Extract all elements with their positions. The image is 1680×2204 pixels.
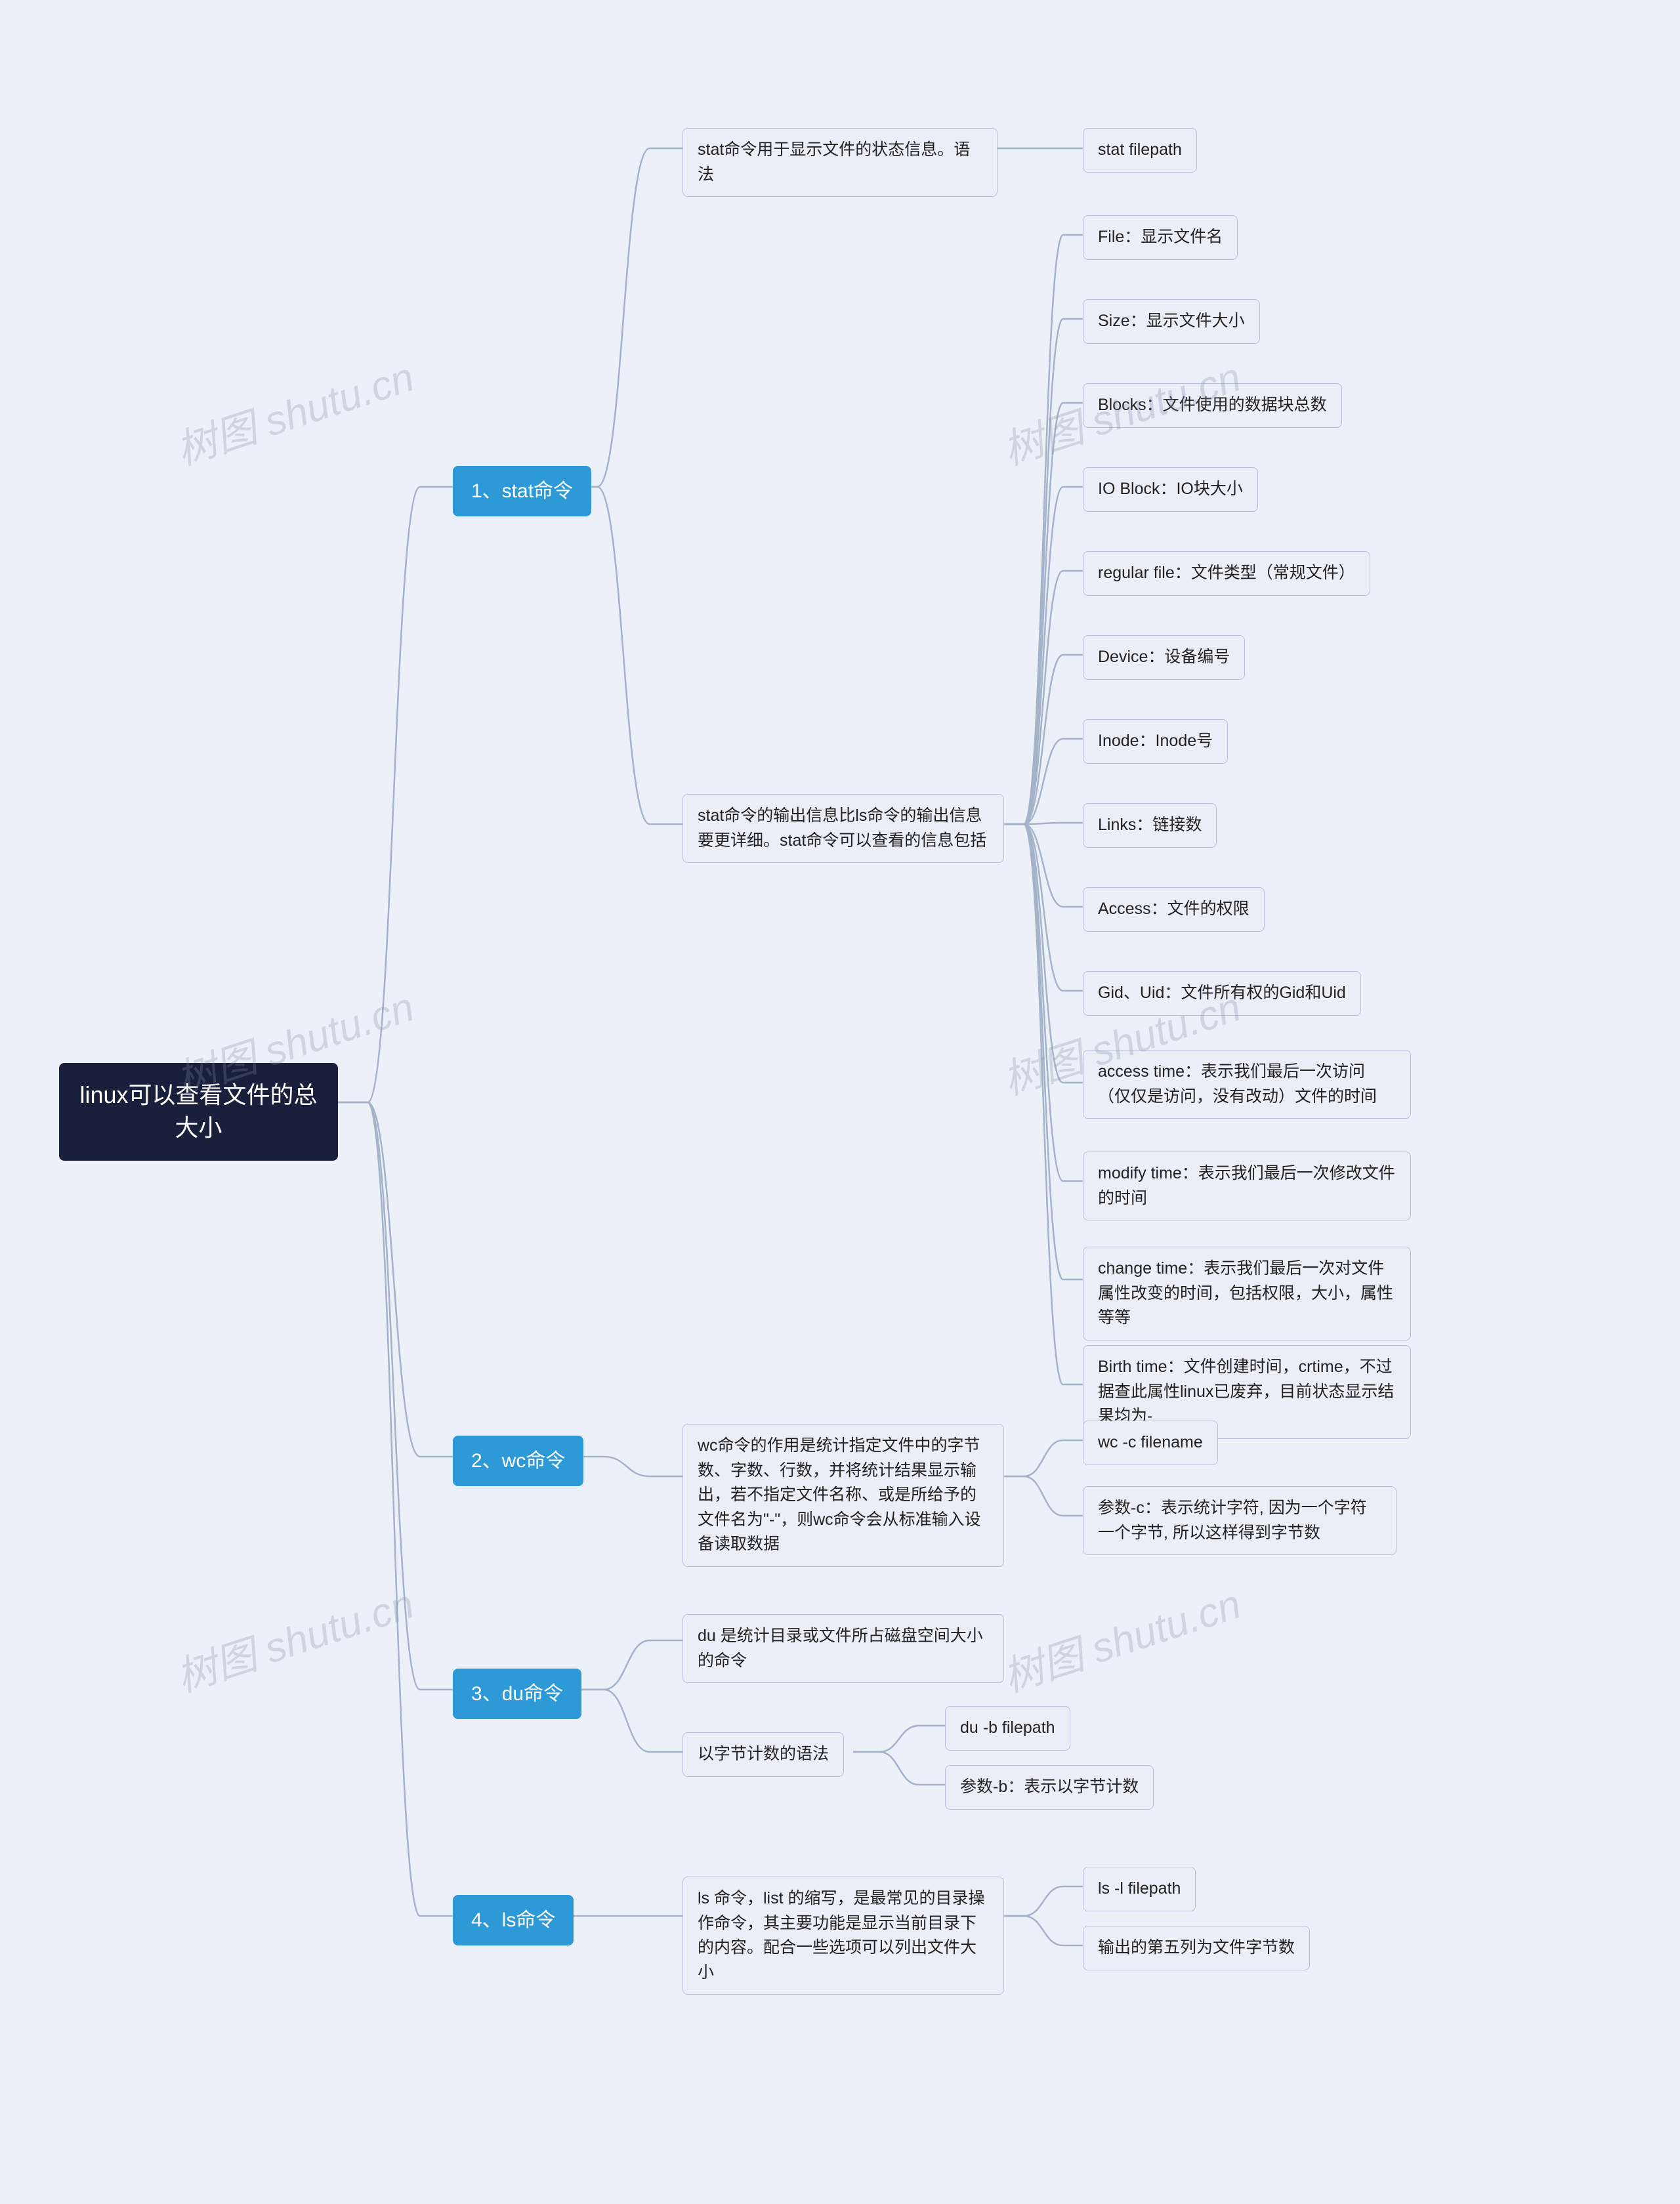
stat-field-device[interactable]: Device：设备编号 bbox=[1083, 635, 1245, 680]
watermark: 树图 shutu.cn bbox=[167, 1571, 420, 1703]
ls-note[interactable]: 输出的第五列为文件字节数 bbox=[1083, 1926, 1310, 1970]
stat-field-blocks[interactable]: Blocks：文件使用的数据块总数 bbox=[1083, 383, 1342, 428]
stat-field-ctime[interactable]: change time：表示我们最后一次对文件属性改变的时间，包括权限，大小，属… bbox=[1083, 1247, 1411, 1341]
stat-detail-desc[interactable]: stat命令的输出信息比ls命令的输出信息要更详细。stat命令可以查看的信息包… bbox=[682, 794, 1004, 863]
stat-field-regular[interactable]: regular file：文件类型（常规文件） bbox=[1083, 551, 1370, 596]
watermark: 树图 shutu.cn bbox=[167, 344, 420, 476]
ls-cmd[interactable]: ls -l filepath bbox=[1083, 1867, 1196, 1911]
du-cmd[interactable]: du -b filepath bbox=[945, 1706, 1070, 1751]
stat-field-mtime[interactable]: modify time：表示我们最后一次修改文件的时间 bbox=[1083, 1152, 1411, 1220]
stat-field-inode[interactable]: Inode：Inode号 bbox=[1083, 719, 1228, 764]
stat-syntax-desc[interactable]: stat命令用于显示文件的状态信息。语法 bbox=[682, 128, 998, 197]
du-syntax-label[interactable]: 以字节计数的语法 bbox=[682, 1732, 844, 1777]
stat-field-file[interactable]: File：显示文件名 bbox=[1083, 215, 1238, 260]
ls-desc[interactable]: ls 命令，list 的缩写，是最常见的目录操作命令，其主要功能是显示当前目录下… bbox=[682, 1877, 1004, 1995]
stat-field-links[interactable]: Links：链接数 bbox=[1083, 803, 1217, 848]
du-param[interactable]: 参数-b：表示以字节计数 bbox=[945, 1765, 1154, 1810]
root-node[interactable]: linux可以查看文件的总大小 bbox=[59, 1063, 338, 1161]
stat-field-giduid[interactable]: Gid、Uid：文件所有权的Gid和Uid bbox=[1083, 971, 1361, 1016]
branch-stat[interactable]: 1、stat命令 bbox=[453, 466, 591, 516]
stat-field-size[interactable]: Size：显示文件大小 bbox=[1083, 299, 1260, 344]
branch-du[interactable]: 3、du命令 bbox=[453, 1669, 581, 1719]
wc-param[interactable]: 参数-c：表示统计字符, 因为一个字符一个字节, 所以这样得到字节数 bbox=[1083, 1486, 1396, 1555]
watermark: 树图 shutu.cn bbox=[994, 1571, 1247, 1703]
stat-syntax-cmd[interactable]: stat filepath bbox=[1083, 128, 1197, 173]
stat-field-ioblock[interactable]: IO Block：IO块大小 bbox=[1083, 467, 1258, 512]
branch-ls[interactable]: 4、ls命令 bbox=[453, 1895, 574, 1945]
stat-field-access[interactable]: Access：文件的权限 bbox=[1083, 887, 1265, 932]
wc-cmd[interactable]: wc -c filename bbox=[1083, 1421, 1218, 1465]
stat-field-atime[interactable]: access time：表示我们最后一次访问（仅仅是访问，没有改动）文件的时间 bbox=[1083, 1050, 1411, 1119]
du-desc[interactable]: du 是统计目录或文件所占磁盘空间大小的命令 bbox=[682, 1614, 1004, 1683]
wc-desc[interactable]: wc命令的作用是统计指定文件中的字节数、字数、行数，并将统计结果显示输出，若不指… bbox=[682, 1424, 1004, 1567]
branch-wc[interactable]: 2、wc命令 bbox=[453, 1436, 583, 1486]
